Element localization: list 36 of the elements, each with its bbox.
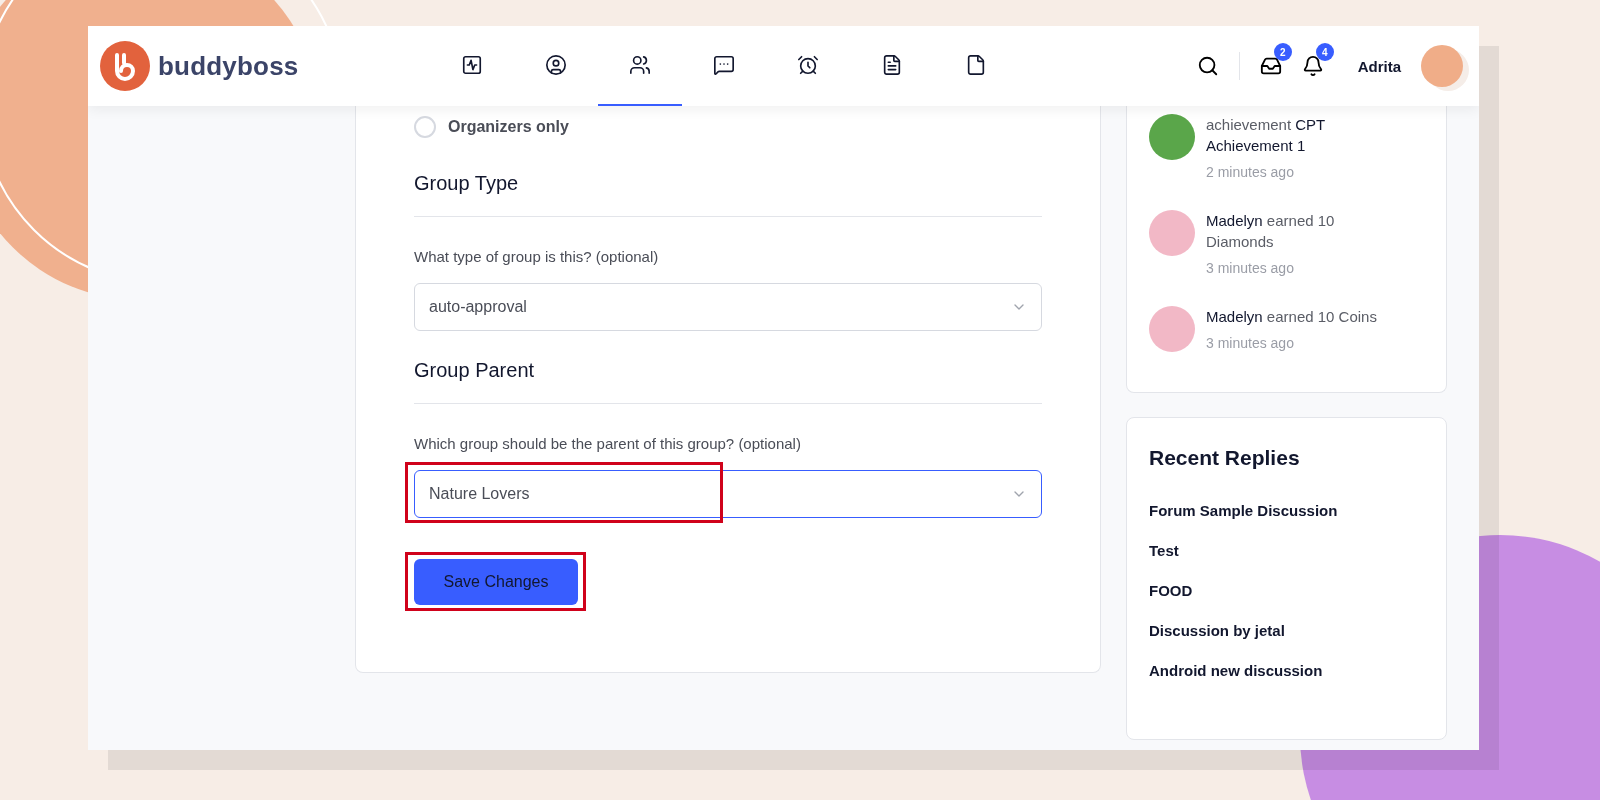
activity-text: Madelyn earned 10 Coins: [1206, 307, 1378, 327]
count-badge: 2: [1273, 43, 1292, 61]
reply-link[interactable]: Forum Sample Discussion: [1149, 502, 1424, 519]
widget-title: Recent Replies: [1149, 446, 1301, 470]
activity-text: Madelyn earned 10 Diamonds: [1206, 211, 1336, 252]
users-icon: [629, 54, 651, 76]
document-icon: [881, 54, 903, 76]
reply-link[interactable]: Test: [1149, 542, 1424, 559]
alarm-clock-icon: [797, 54, 819, 76]
select-field[interactable]: Nature Lovers: [414, 470, 1042, 518]
radio-label: Organizers only: [448, 118, 569, 136]
section-title: Group Parent: [414, 359, 536, 382]
count-badge: 4: [1315, 43, 1334, 61]
user-circle-icon: [545, 54, 567, 76]
field-label: Which group should be the parent of this group? (optional): [414, 435, 802, 452]
timestamp: 2 minutes ago: [1206, 164, 1295, 180]
page-icon: [965, 54, 987, 76]
timestamp: 3 minutes ago: [1206, 335, 1295, 351]
field-label: What type of group is this? (optional): [414, 248, 660, 265]
reply-link[interactable]: Android new discussion: [1149, 662, 1424, 679]
search-icon[interactable]: [1196, 55, 1219, 77]
activity-text: achievement CPT Achievement 1: [1206, 115, 1326, 156]
inbox-icon[interactable]: [1259, 55, 1282, 77]
timestamp: 3 minutes ago: [1206, 260, 1295, 276]
save-button[interactable]: Save Changes: [414, 559, 578, 605]
reply-link[interactable]: Discussion by jetal: [1149, 622, 1424, 639]
chat-icon: [713, 54, 735, 76]
select-field[interactable]: auto-approval: [414, 283, 1042, 331]
bell-icon[interactable]: [1301, 55, 1324, 77]
logo-text: buddyboss: [158, 50, 299, 82]
user-name[interactable]: Adrita: [1357, 57, 1401, 75]
logo-icon: [100, 41, 150, 91]
reply-link[interactable]: FOOD: [1149, 582, 1424, 599]
radio-button[interactable]: [414, 116, 436, 138]
activity-icon: [461, 54, 483, 76]
section-title: Group Type: [414, 172, 520, 195]
